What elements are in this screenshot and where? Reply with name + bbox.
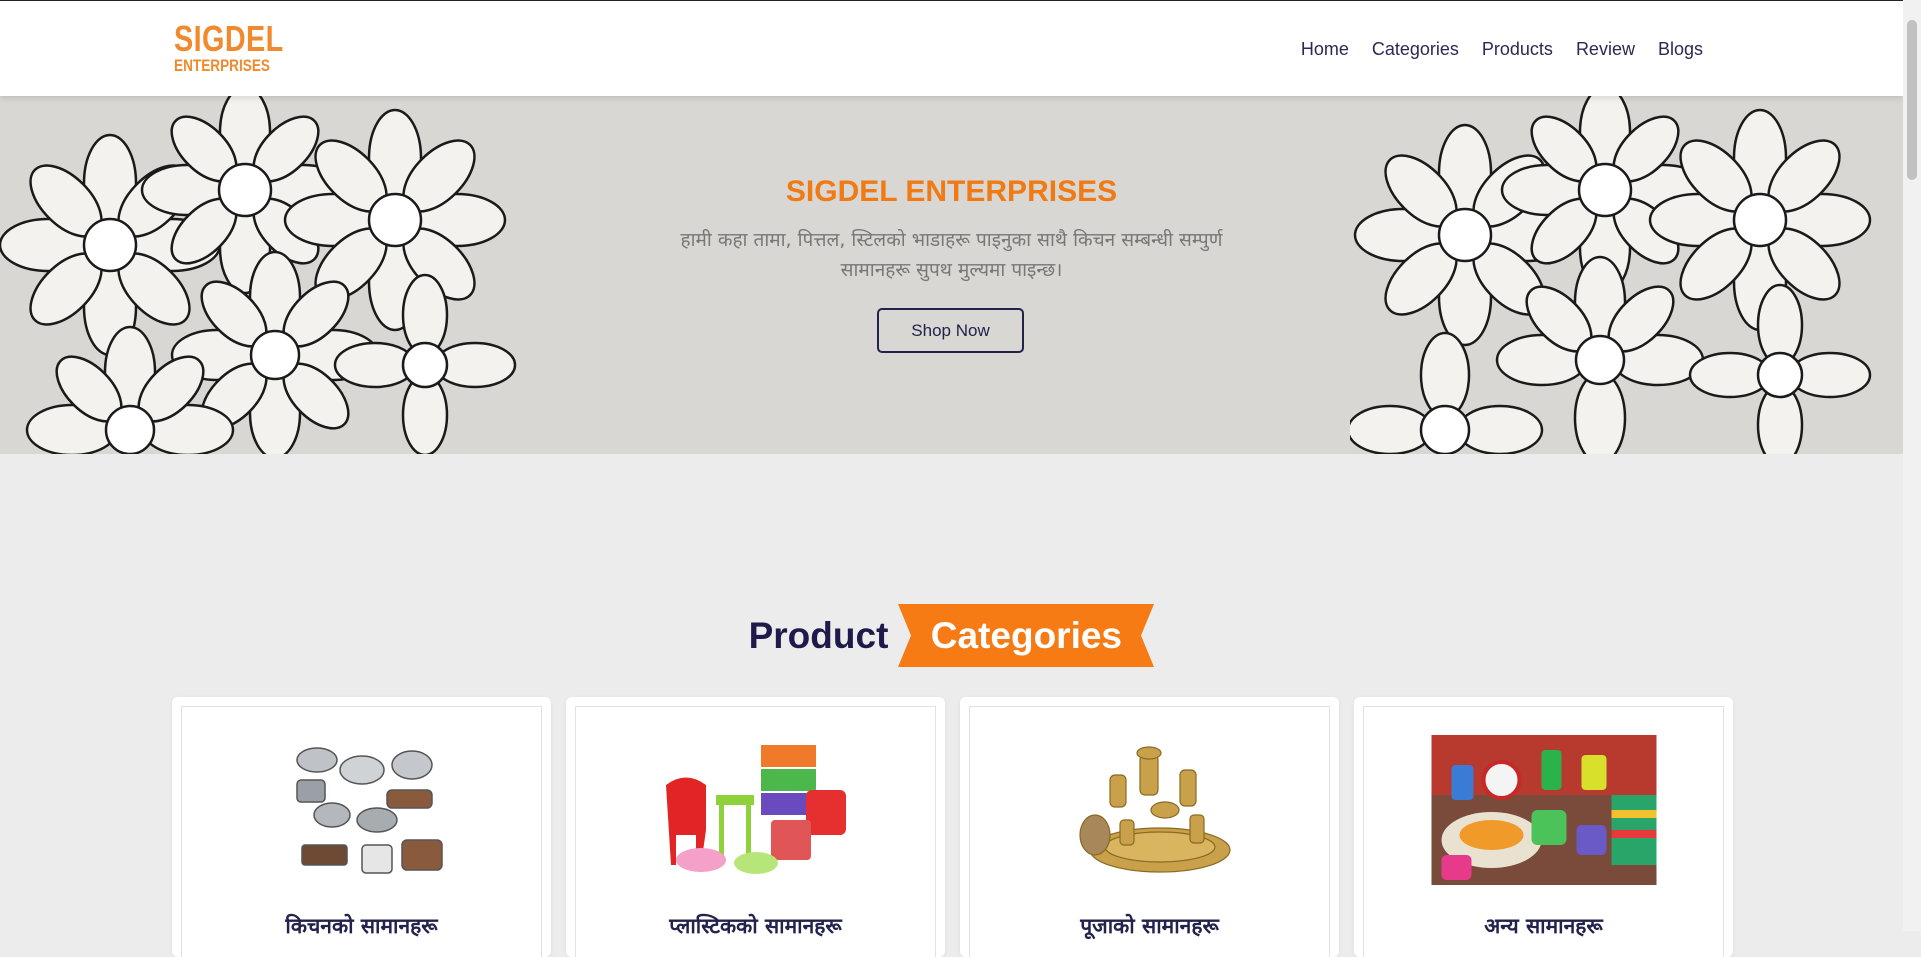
- category-label: अन्य सामानहरू: [1484, 914, 1603, 938]
- card-frame: किचनको सामानहरू: [181, 706, 542, 957]
- puja-items-image: [1049, 735, 1250, 885]
- nav-home[interactable]: Home: [1301, 39, 1349, 60]
- site-logo[interactable]: SIGDEL ENTERPRISES: [174, 18, 284, 75]
- category-label: प्लास्टिकको सामानहरू: [669, 914, 842, 938]
- nav-review[interactable]: Review: [1576, 39, 1635, 60]
- kitchenware-image: [261, 735, 462, 885]
- site-header: SIGDEL ENTERPRISES Home Categories Produ…: [0, 0, 1903, 96]
- flower-illustration-left: [0, 95, 517, 454]
- hero-description: हामी कहा तामा, पित्तल, स्टिलको भाडाहरू प…: [680, 229, 1223, 281]
- category-card-other[interactable]: अन्य सामानहरू: [1354, 697, 1733, 957]
- category-card-kitchen[interactable]: किचनको सामानहरू: [172, 697, 551, 957]
- category-cards: किचनको सामानहरू प्लास्टिकको सामानहरू पूज…: [172, 697, 1733, 957]
- section-title-plain: Product: [748, 614, 889, 656]
- category-card-plastic[interactable]: प्लास्टिकको सामानहरू: [566, 697, 945, 957]
- flower-illustration-right: [1350, 95, 1872, 454]
- nav-products[interactable]: Products: [1482, 39, 1553, 60]
- hero-banner: SIGDEL ENTERPRISES हामी कहा तामा, पित्तल…: [0, 95, 1903, 454]
- card-frame: पूजाको सामानहरू: [969, 706, 1330, 957]
- section-heading: Product Categories: [0, 604, 1903, 667]
- category-label: किचनको सामानहरू: [285, 914, 438, 938]
- logo-top-text: SIGDEL: [174, 18, 284, 59]
- logo-bottom-text: ENTERPRISES: [174, 56, 270, 75]
- main-nav: Home Categories Products Review Blogs: [1278, 39, 1703, 60]
- scrollbar-thumb[interactable]: [1907, 20, 1917, 180]
- nav-blogs[interactable]: Blogs: [1658, 39, 1703, 60]
- card-frame: अन्य सामानहरू: [1363, 706, 1724, 957]
- plastic-goods-image: [655, 735, 856, 885]
- category-card-puja[interactable]: पूजाको सामानहरू: [960, 697, 1339, 957]
- section-title-badge: Categories: [898, 604, 1155, 667]
- other-goods-image: [1431, 735, 1656, 885]
- shop-now-button[interactable]: Shop Now: [877, 308, 1024, 353]
- nav-categories[interactable]: Categories: [1372, 39, 1459, 60]
- page-scrollbar[interactable]: [1903, 0, 1921, 931]
- hero-title: SIGDEL ENTERPRISES: [785, 175, 1118, 208]
- card-frame: प्लास्टिकको सामानहरू: [575, 706, 936, 957]
- section-title-highlight: Categories: [930, 614, 1122, 656]
- category-label: पूजाको सामानहरू: [1080, 914, 1219, 938]
